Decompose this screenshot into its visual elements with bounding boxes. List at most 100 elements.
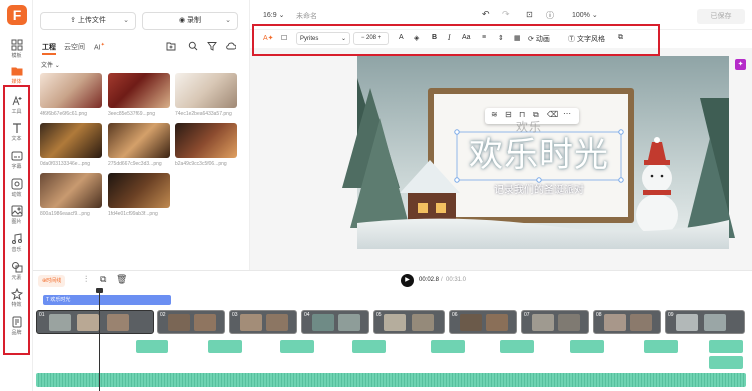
- record-button[interactable]: ◉ 录制 ⌄: [142, 12, 238, 30]
- rail-item-music[interactable]: 音乐: [0, 230, 33, 256]
- rail-item-special-effects[interactable]: 特效: [0, 285, 33, 311]
- zoom-select[interactable]: 100% ⌄: [572, 11, 598, 19]
- background-music-track[interactable]: [36, 373, 746, 387]
- font-size-stepper[interactable]: − 208 +: [353, 32, 389, 45]
- timeline-tag[interactable]: ⊕时间线: [38, 275, 66, 287]
- audio-clip[interactable]: [208, 340, 242, 353]
- media-thumbnail[interactable]: [40, 123, 102, 158]
- cloud-icon[interactable]: [226, 41, 236, 51]
- italic-icon[interactable]: I: [448, 34, 451, 42]
- project-title[interactable]: 未命名: [296, 11, 317, 21]
- copy-style-icon[interactable]: ⧉: [618, 34, 623, 42]
- text-case-icon[interactable]: Aa: [462, 34, 471, 41]
- upload-button[interactable]: ⇪ 上传文件 ⌄: [40, 12, 136, 30]
- text-clip[interactable]: T 欢乐时光: [43, 295, 171, 305]
- aspect-ratio-select[interactable]: 16:9 ⌄: [263, 11, 284, 19]
- align-icon[interactable]: ⊟: [505, 110, 512, 119]
- bold-icon[interactable]: B: [432, 34, 437, 41]
- undo-icon[interactable]: ↶: [482, 9, 490, 20]
- audio-clip[interactable]: [570, 340, 604, 353]
- record-icon: ◉: [178, 17, 186, 24]
- screenshot-icon[interactable]: ⊡: [526, 10, 533, 19]
- play-button[interactable]: ▶: [401, 274, 414, 287]
- playhead-handle[interactable]: [96, 288, 103, 293]
- fill-color-icon[interactable]: ◈: [414, 34, 419, 42]
- video-clip[interactable]: 07: [521, 310, 589, 334]
- canvas-area: ≋ ⊟ ⊓ ⧉ ⌫ ⋯ 欢乐 欢乐时光 记录我们的圣诞派对 ✦: [250, 48, 752, 270]
- rail-item-subtitle[interactable]: 字幕: [0, 147, 33, 173]
- text-style-button[interactable]: Ⓣ 文字风格: [568, 34, 605, 44]
- brand-icon: [12, 316, 21, 328]
- media-thumbnail[interactable]: [108, 123, 170, 158]
- trash-icon[interactable]: 🗑: [116, 274, 127, 285]
- effects-icon: [11, 178, 22, 190]
- audio-clip[interactable]: [352, 340, 386, 353]
- playhead[interactable]: [99, 290, 100, 391]
- save-status-button[interactable]: 已保存: [697, 9, 745, 24]
- text-style-icon: Ⓣ: [568, 36, 575, 43]
- audio-clip[interactable]: [500, 340, 534, 353]
- rail-item-elements[interactable]: 元素: [0, 258, 33, 284]
- folder-toggle[interactable]: 文件 ⌄: [41, 60, 60, 69]
- delete-icon[interactable]: ⌫: [547, 110, 558, 119]
- rail-item-image[interactable]: 图片: [0, 202, 33, 228]
- media-thumbnail[interactable]: [40, 173, 102, 208]
- audio-clip[interactable]: [709, 356, 743, 369]
- font-color-icon[interactable]: A: [399, 34, 404, 41]
- subtitle-text-element[interactable]: 记录我们的圣诞派对: [458, 181, 620, 196]
- video-clip[interactable]: 08: [593, 310, 661, 334]
- audio-clip[interactable]: [431, 340, 465, 353]
- audio-clip[interactable]: [280, 340, 314, 353]
- video-clip[interactable]: 04: [301, 310, 369, 334]
- rail-item-text[interactable]: 文本: [0, 119, 33, 145]
- animation-button[interactable]: ⟳ 动画: [528, 34, 550, 44]
- music-icon: [11, 233, 22, 244]
- magic-icon[interactable]: ✦: [735, 59, 746, 70]
- rail-item-ai-tools[interactable]: 工具: [0, 92, 33, 118]
- media-thumbnail[interactable]: [175, 73, 237, 108]
- tab-cloud[interactable]: 云空间: [64, 42, 85, 52]
- video-clip[interactable]: 01: [36, 310, 154, 334]
- ai-tools-icon: [12, 95, 21, 106]
- media-thumbnail[interactable]: [108, 173, 170, 208]
- current-time: 00:02.8: [419, 277, 440, 283]
- filter-icon[interactable]: [207, 41, 217, 51]
- transparency-icon[interactable]: ▦: [514, 34, 521, 42]
- rail-item-media[interactable]: 媒体: [0, 62, 33, 88]
- video-clip[interactable]: 09: [665, 310, 745, 334]
- rail-item-template[interactable]: 模板: [0, 36, 33, 62]
- video-clip[interactable]: 06: [449, 310, 517, 334]
- media-thumbnail[interactable]: [108, 73, 170, 108]
- rail-item-brand[interactable]: 品牌: [0, 313, 33, 339]
- video-clip[interactable]: 02: [157, 310, 225, 334]
- help-icon[interactable]: ⓘ: [546, 10, 554, 21]
- media-filename: b2a49c9cc3c5f06...png: [175, 161, 227, 167]
- align-center-icon[interactable]: ≡: [482, 34, 486, 41]
- tab-project[interactable]: 工程: [42, 42, 56, 55]
- font-family-select[interactable]: Pyrites ⌄: [296, 32, 350, 45]
- new-folder-icon[interactable]: [166, 41, 176, 51]
- search-icon[interactable]: [188, 41, 198, 51]
- audio-clip[interactable]: [709, 340, 743, 353]
- line-spacing-icon[interactable]: ⇕: [498, 34, 504, 42]
- title-text-element[interactable]: 欢乐时光: [458, 133, 620, 177]
- more-icon[interactable]: ⋯: [563, 109, 571, 118]
- rail-item-effects[interactable]: 动效: [0, 175, 33, 201]
- video-clip[interactable]: 05: [373, 310, 445, 334]
- chevron-down-icon: ⌄: [123, 17, 129, 24]
- redo-icon[interactable]: ↷: [502, 9, 510, 20]
- tab-ai[interactable]: AI✦: [94, 42, 105, 51]
- elements-icon: [11, 262, 22, 273]
- comment-icon[interactable]: ☐: [281, 34, 287, 42]
- layers-icon[interactable]: ≋: [491, 110, 498, 119]
- audio-clip[interactable]: [644, 340, 678, 353]
- media-filename: 1fd4e01cf99ab3f...png: [108, 211, 158, 217]
- ai-text-icon[interactable]: A✦: [263, 34, 274, 42]
- video-clip[interactable]: 03: [229, 310, 297, 334]
- media-thumbnail[interactable]: [175, 123, 237, 158]
- chevron-down-icon: ⌄: [225, 17, 231, 24]
- media-thumbnail[interactable]: [40, 73, 102, 108]
- audio-clip[interactable]: [136, 340, 168, 353]
- split-icon[interactable]: ⫶: [85, 274, 87, 285]
- copy-icon[interactable]: ⧉: [100, 274, 106, 285]
